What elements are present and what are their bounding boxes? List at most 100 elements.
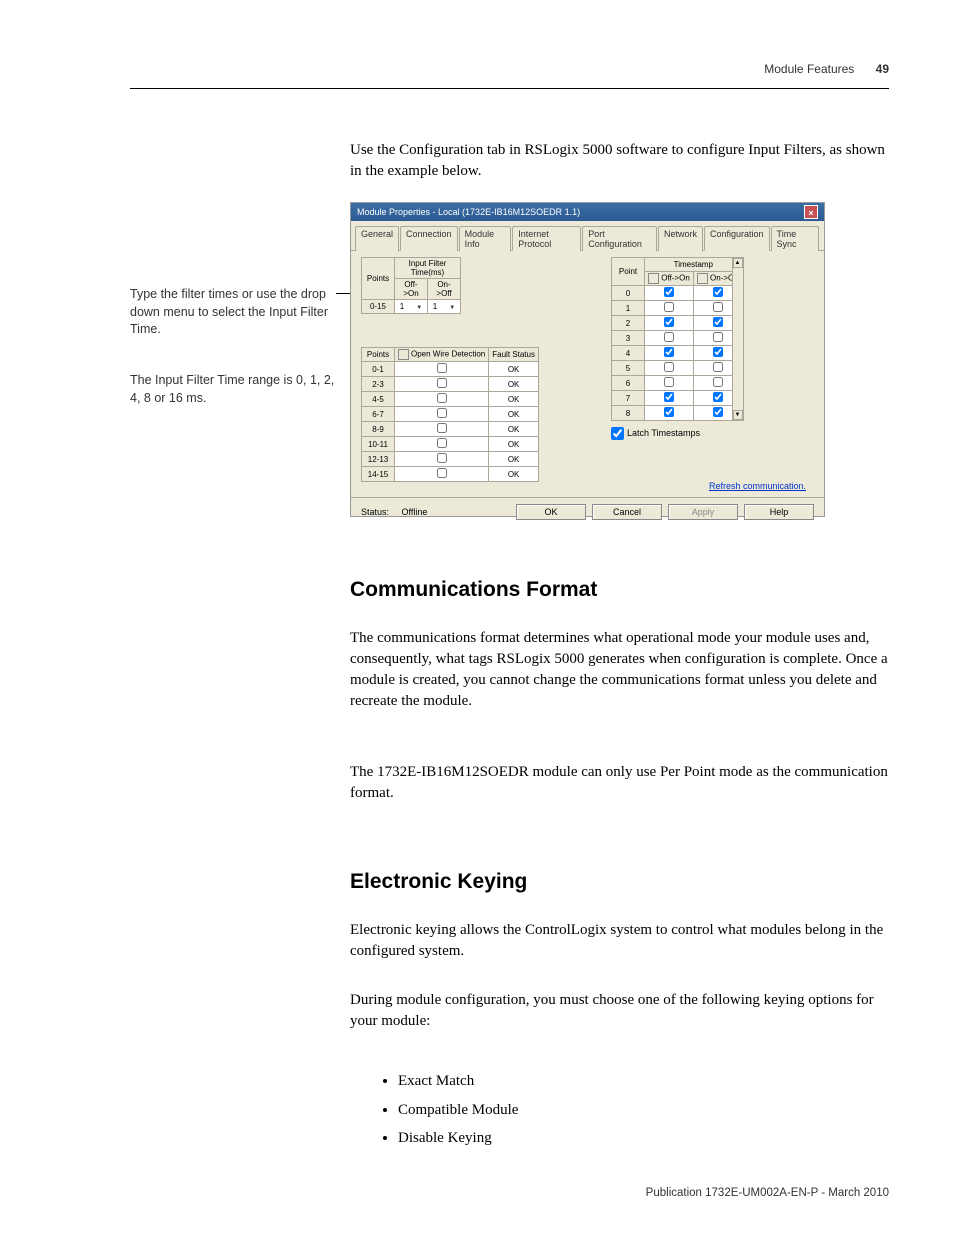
- filter-offon-dropdown[interactable]: 1: [395, 300, 428, 314]
- fault-header-detection: Open Wire Detection: [395, 348, 489, 362]
- publication-footer: Publication 1732E-UM002A-EN-P - March 20…: [646, 1187, 889, 1199]
- fault-header-points: Points: [362, 348, 395, 362]
- timestamp-offon-checkbox[interactable]: [645, 361, 694, 376]
- timestamp-offon-checkbox[interactable]: [645, 376, 694, 391]
- fault-row-label: 6-7: [362, 407, 395, 422]
- tab-internet-protocol[interactable]: Internet Protocol: [512, 226, 581, 251]
- filter-header-offon: Off->On: [395, 279, 428, 300]
- dialog-tabs: General Connection Module Info Internet …: [351, 221, 824, 251]
- ok-button[interactable]: OK: [516, 504, 586, 520]
- timestamp-offon-checkbox[interactable]: [645, 316, 694, 331]
- dialog-status-bar: Status: Offline OK Cancel Apply Help: [351, 497, 824, 526]
- apply-button: Apply: [668, 504, 738, 520]
- table-row: 0-1 OK: [362, 362, 539, 377]
- electronic-keying-para1: Electronic keying allows the ControlLogi…: [350, 920, 889, 962]
- timestamp-offon-checkbox[interactable]: [645, 286, 694, 301]
- tab-time-sync[interactable]: Time Sync: [771, 226, 819, 251]
- filter-header-points: Points: [362, 258, 395, 300]
- fault-status-cell: OK: [489, 467, 539, 482]
- fault-row-label: 14-15: [362, 467, 395, 482]
- latch-label: Latch Timestamps: [627, 428, 700, 438]
- fault-status-cell: OK: [489, 377, 539, 392]
- timestamp-scrollbar[interactable]: ▲ ▼: [732, 257, 744, 421]
- fault-detection-checkbox[interactable]: [395, 467, 489, 482]
- timestamp-offon-checkbox[interactable]: [645, 301, 694, 316]
- fault-detection-checkbox[interactable]: [395, 452, 489, 467]
- communications-format-para2: The 1732E-IB16M12SOEDR module can only u…: [350, 762, 889, 804]
- table-row: 0: [612, 286, 743, 301]
- fault-row-label: 0-1: [362, 362, 395, 377]
- timestamp-header-point: Point: [612, 258, 645, 286]
- timestamp-offon-checkbox[interactable]: [645, 391, 694, 406]
- page-number: 49: [876, 62, 889, 76]
- timestamp-point-label: 3: [612, 331, 645, 346]
- communications-format-para1: The communications format determines wha…: [350, 628, 889, 712]
- tab-connection[interactable]: Connection: [400, 226, 458, 251]
- filter-onoff-dropdown[interactable]: 1: [428, 300, 461, 314]
- scroll-up-icon[interactable]: ▲: [733, 258, 743, 268]
- module-properties-dialog: Module Properties - Local (1732E-IB16M12…: [350, 202, 825, 517]
- tab-general[interactable]: General: [355, 226, 399, 251]
- intro-paragraph: Use the Configuration tab in RSLogix 500…: [350, 140, 889, 182]
- table-row: 3: [612, 331, 743, 346]
- table-row: 6: [612, 376, 743, 391]
- table-row: 2-3 OK: [362, 377, 539, 392]
- fault-status-cell: OK: [489, 362, 539, 377]
- table-row: 4-5OK: [362, 392, 539, 407]
- tab-port-configuration[interactable]: Port Configuration: [582, 226, 657, 251]
- tab-network[interactable]: Network: [658, 226, 703, 251]
- table-row: 4: [612, 346, 743, 361]
- fault-row-label: 8-9: [362, 422, 395, 437]
- latch-checkbox-input[interactable]: [611, 427, 624, 440]
- open-wire-detection-table: Points Open Wire Detection Fault Status …: [361, 347, 539, 482]
- filter-header-main: Input Filter Time(ms): [395, 258, 461, 279]
- timestamp-offon-checkbox[interactable]: [645, 331, 694, 346]
- electronic-keying-heading: Electronic Keying: [350, 870, 527, 894]
- filter-row-label: 0-15: [362, 300, 395, 314]
- fault-detection-checkbox[interactable]: [395, 392, 489, 407]
- cancel-button[interactable]: Cancel: [592, 504, 662, 520]
- fault-detection-checkbox[interactable]: [395, 362, 489, 377]
- latch-timestamps-checkbox[interactable]: Latch Timestamps: [611, 427, 743, 440]
- fault-detection-checkbox[interactable]: [395, 407, 489, 422]
- timestamp-header-main: Timestamp: [645, 258, 743, 272]
- help-button[interactable]: Help: [744, 504, 814, 520]
- table-row: 7: [612, 391, 743, 406]
- timestamp-table: Point Timestamp Off->On On->Off 01234567…: [611, 257, 743, 421]
- sidebar-note-filter-times: Type the filter times or use the drop do…: [130, 286, 335, 339]
- table-row: 5: [612, 361, 743, 376]
- timestamp-offon-checkbox[interactable]: [645, 346, 694, 361]
- fault-detection-checkbox[interactable]: [395, 377, 489, 392]
- fault-detection-checkbox[interactable]: [395, 437, 489, 452]
- dialog-titlebar: Module Properties - Local (1732E-IB16M12…: [351, 203, 824, 221]
- sidebar-note-filter-range: The Input Filter Time range is 0, 1, 2, …: [130, 372, 335, 407]
- refresh-communication-link[interactable]: Refresh communication.: [709, 481, 806, 491]
- table-row: 2: [612, 316, 743, 331]
- close-icon[interactable]: ×: [804, 205, 818, 219]
- fault-status-cell: OK: [489, 437, 539, 452]
- timestamp-offon-checkbox[interactable]: [645, 406, 694, 421]
- list-item: Compatible Module: [398, 1096, 889, 1125]
- timestamp-header-offon[interactable]: Off->On: [645, 272, 694, 286]
- timestamp-point-label: 7: [612, 391, 645, 406]
- tab-module-info[interactable]: Module Info: [459, 226, 512, 251]
- table-row: 8-9OK: [362, 422, 539, 437]
- communications-format-heading: Communications Format: [350, 578, 597, 602]
- header-rule: [130, 88, 889, 89]
- electronic-keying-para2: During module configuration, you must ch…: [350, 990, 889, 1032]
- scroll-down-icon[interactable]: ▼: [733, 410, 743, 420]
- timestamp-point-label: 0: [612, 286, 645, 301]
- tab-configuration[interactable]: Configuration: [704, 226, 770, 251]
- fault-row-label: 10-11: [362, 437, 395, 452]
- status-label: Status:: [361, 507, 389, 517]
- list-item: Disable Keying: [398, 1124, 889, 1153]
- status-value: Offline: [402, 507, 428, 517]
- timestamp-point-label: 5: [612, 361, 645, 376]
- fault-status-cell: OK: [489, 452, 539, 467]
- fault-detection-checkbox[interactable]: [395, 422, 489, 437]
- fault-row-label: 2-3: [362, 377, 395, 392]
- keying-options-list: Exact Match Compatible Module Disable Ke…: [380, 1067, 889, 1153]
- page-header: Module Features 49: [764, 62, 889, 76]
- table-row: 8: [612, 406, 743, 421]
- list-item: Exact Match: [398, 1067, 889, 1096]
